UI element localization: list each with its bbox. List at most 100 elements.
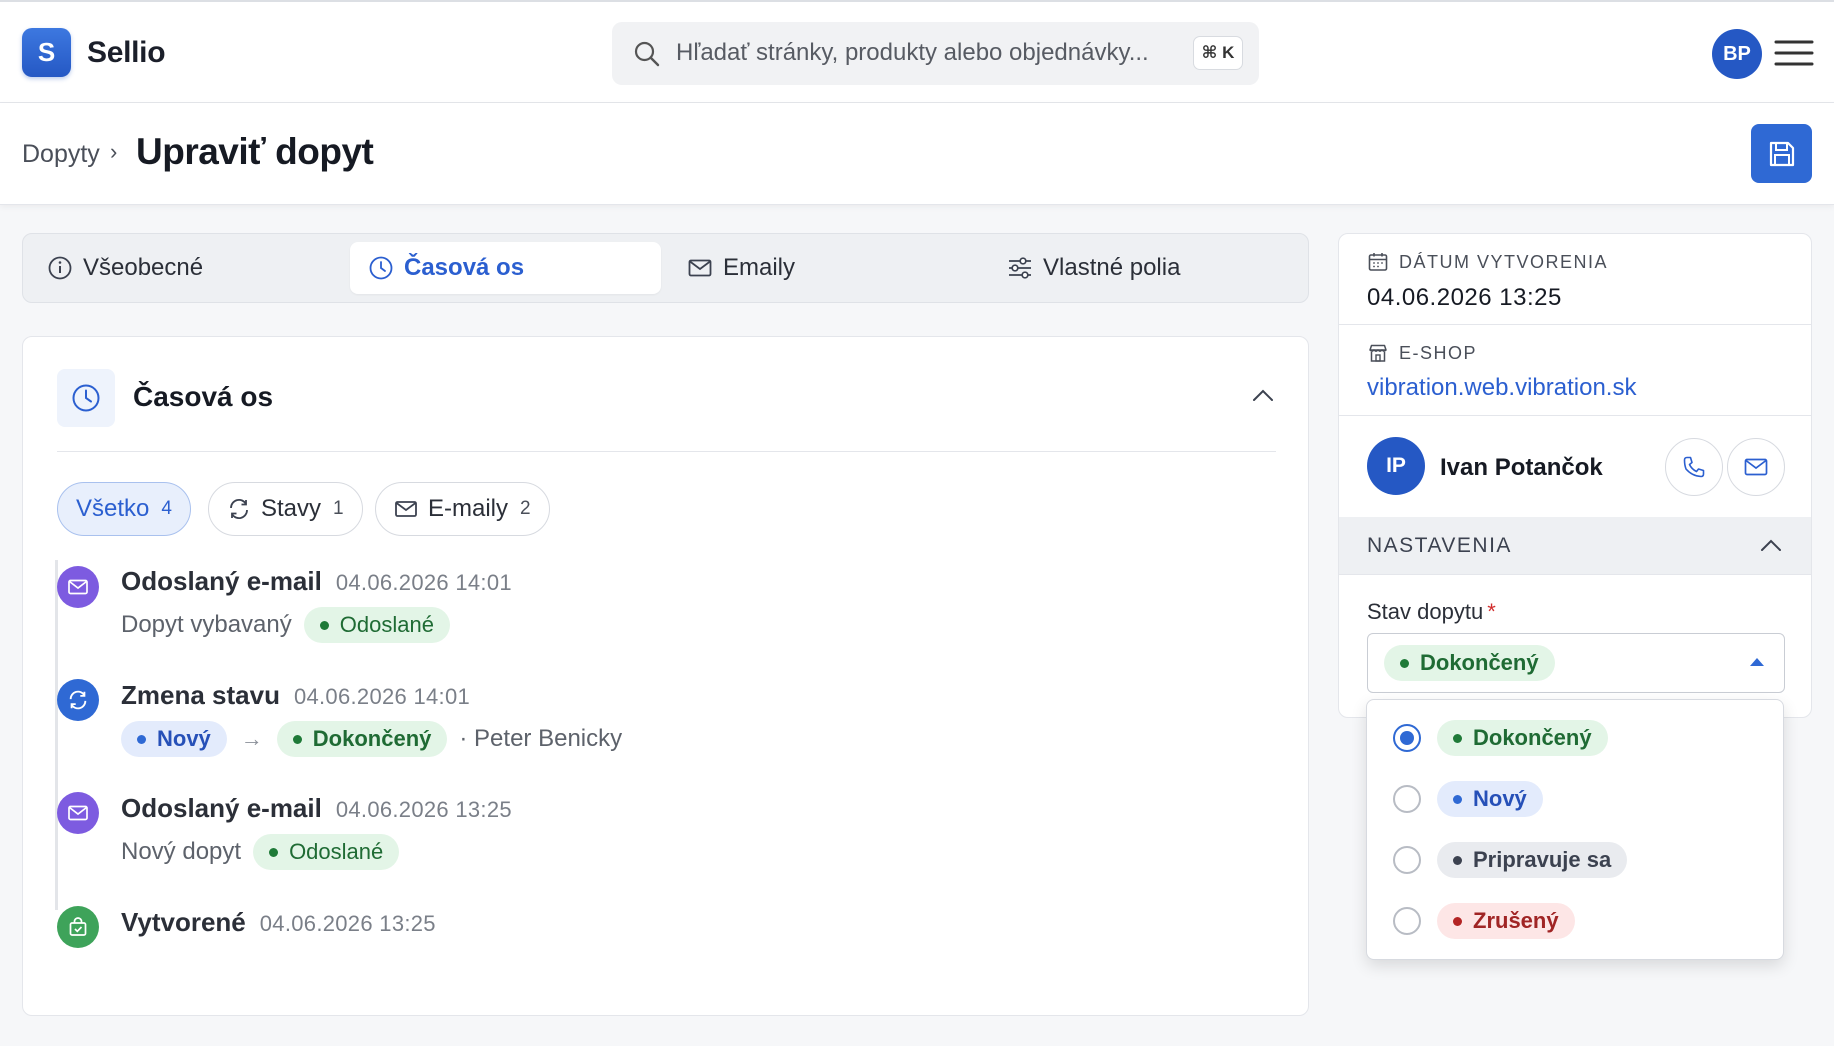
search-shortcut: ⌘ K bbox=[1193, 36, 1243, 70]
save-button[interactable] bbox=[1751, 124, 1812, 183]
timeline-event-title: Zmena stavu 04.06.2026 14:01 bbox=[121, 680, 470, 711]
badge-label: Odoslané bbox=[339, 612, 434, 637]
timeline-event-icon bbox=[57, 906, 99, 948]
sliders-icon bbox=[1009, 257, 1031, 279]
timeline-event-subtitle: Dopyt vybavaný Odoslané bbox=[121, 607, 450, 643]
filter-count: 4 bbox=[161, 498, 172, 519]
status-badge: Odoslané bbox=[253, 834, 400, 870]
phone-icon bbox=[1683, 456, 1705, 478]
app-logo[interactable]: S bbox=[22, 28, 71, 77]
search-input[interactable] bbox=[676, 36, 1176, 70]
eshop-link[interactable]: vibration.web.vibration.sk bbox=[1367, 374, 1636, 402]
status-dropdown: Dokončený Nový Pripravuje sa Zrušený bbox=[1366, 699, 1784, 960]
user-avatar[interactable]: BP bbox=[1712, 29, 1762, 79]
tab-vseobecne[interactable]: Všeobecné bbox=[47, 242, 203, 294]
top-bar: S Sellio ⌘ K BP bbox=[0, 0, 1834, 103]
status-option-zruseny[interactable]: Zrušený bbox=[1367, 891, 1785, 951]
breadcrumb-dopyty[interactable]: Dopyty bbox=[22, 140, 100, 169]
bag-check-icon bbox=[69, 917, 87, 936]
filter-emaily[interactable]: E-maily 2 bbox=[375, 482, 550, 536]
search-bar[interactable]: ⌘ K bbox=[612, 22, 1259, 85]
radio[interactable] bbox=[1393, 785, 1421, 813]
filter-count: 1 bbox=[333, 498, 344, 519]
tab-vlastne-polia[interactable]: Vlastné polia bbox=[1007, 242, 1180, 294]
status-badge-to: Dokončený bbox=[276, 721, 448, 757]
tab-label: Vlastné polia bbox=[1043, 254, 1181, 281]
clock-icon bbox=[72, 384, 100, 412]
badge-label: Nový bbox=[1473, 786, 1527, 811]
mail-icon bbox=[68, 579, 88, 595]
arrow-right-icon: → bbox=[240, 726, 263, 751]
settings-header[interactable]: NASTAVENIA bbox=[1339, 517, 1811, 575]
status-badge: Pripravuje sa bbox=[1437, 842, 1628, 878]
selected-status-badge: Dokončený bbox=[1384, 645, 1555, 681]
timeline-card-icon bbox=[57, 369, 115, 427]
status-badge-from: Nový bbox=[121, 721, 227, 757]
radio[interactable] bbox=[1393, 907, 1421, 935]
page-title: Upraviť dopyt bbox=[136, 131, 374, 172]
timeline-event-icon bbox=[57, 679, 99, 721]
tab-label: Všeobecné bbox=[83, 254, 204, 281]
page-header: Dopyty › Upraviť dopyt bbox=[0, 103, 1834, 205]
customer-avatar: IP bbox=[1367, 437, 1425, 495]
inquiry-side-panel: DÁTUM VYTVORENIA 04.06.2026 13:25 E-SHOP… bbox=[1338, 233, 1812, 718]
refresh-icon bbox=[69, 690, 87, 710]
call-button[interactable] bbox=[1665, 438, 1723, 496]
search-icon bbox=[634, 41, 660, 67]
chevron-up-icon bbox=[1761, 539, 1781, 551]
hamburger-menu-icon[interactable] bbox=[1774, 39, 1814, 67]
badge-label: Dokončený bbox=[1420, 650, 1539, 675]
required-marker: * bbox=[1487, 599, 1496, 624]
filter-label: Všetko bbox=[76, 495, 150, 522]
created-date-section: DÁTUM VYTVORENIA 04.06.2026 13:25 bbox=[1339, 234, 1811, 325]
radio[interactable] bbox=[1393, 846, 1421, 874]
chevron-up-icon[interactable] bbox=[1251, 387, 1275, 403]
timeline-event-title: Odoslaný e-mail 04.06.2026 14:01 bbox=[121, 566, 512, 597]
status-select[interactable]: Dokončený bbox=[1367, 633, 1785, 693]
filter-stavy[interactable]: Stavy 1 bbox=[208, 482, 363, 536]
email-button[interactable] bbox=[1727, 438, 1785, 496]
event-title-text: Vytvorené bbox=[121, 907, 246, 937]
divider bbox=[57, 451, 1276, 452]
caret-up-icon bbox=[1750, 658, 1764, 666]
timeline-title: Časová os bbox=[133, 381, 274, 412]
tab-label: Emaily bbox=[723, 254, 796, 281]
status-option-dokonceny[interactable]: Dokončený bbox=[1367, 708, 1785, 768]
badge-label: Nový bbox=[157, 726, 211, 751]
badge-label: Odoslané bbox=[289, 839, 384, 864]
tab-label: Časová os bbox=[404, 254, 525, 281]
tab-emaily[interactable]: Emaily bbox=[687, 242, 795, 294]
status-badge: Odoslané bbox=[303, 607, 450, 643]
app-name: Sellio bbox=[87, 36, 166, 69]
event-title-text: Odoslaný e-mail bbox=[121, 566, 322, 596]
filter-vsetko[interactable]: Všetko 4 bbox=[57, 482, 191, 536]
timeline-event-title: Vytvorené 04.06.2026 13:25 bbox=[121, 907, 436, 938]
mail-icon bbox=[1744, 458, 1768, 476]
status-option-novy[interactable]: Nový bbox=[1367, 769, 1785, 829]
badge-label: Dokončený bbox=[1473, 725, 1592, 750]
created-date-label: DÁTUM VYTVORENIA bbox=[1367, 251, 1608, 273]
calendar-icon bbox=[1368, 253, 1388, 271]
mail-icon bbox=[688, 259, 712, 277]
tab-casova-os[interactable]: Časová os bbox=[350, 242, 661, 294]
timeline-event-subtitle: Nový dopyt Odoslané bbox=[121, 834, 400, 870]
timeline-connector bbox=[55, 560, 58, 910]
created-date-value: 04.06.2026 13:25 bbox=[1367, 284, 1562, 311]
event-subtitle-text: Nový dopyt bbox=[121, 838, 242, 865]
mail-icon bbox=[68, 805, 88, 821]
timeline-event-icon bbox=[57, 566, 99, 608]
save-icon bbox=[1769, 141, 1794, 166]
store-icon bbox=[1369, 344, 1387, 362]
event-subtitle-text: Dopyt vybavaný bbox=[121, 611, 292, 638]
timeline-event-title: Odoslaný e-mail 04.06.2026 13:25 bbox=[121, 793, 512, 824]
event-time: 04.06.2026 13:25 bbox=[335, 797, 512, 822]
filter-count: 2 bbox=[520, 498, 531, 519]
filter-label: Stavy bbox=[261, 495, 322, 522]
filter-label: E-maily bbox=[428, 495, 509, 522]
status-option-pripravuje-sa[interactable]: Pripravuje sa bbox=[1367, 830, 1785, 890]
event-title-text: Odoslaný e-mail bbox=[121, 793, 322, 823]
radio-selected[interactable] bbox=[1393, 724, 1421, 752]
timeline-event-subtitle: Nový → Dokončený · Peter Benicky bbox=[121, 721, 622, 757]
event-title-text: Zmena stavu bbox=[121, 680, 280, 710]
event-time: 04.06.2026 13:25 bbox=[259, 911, 436, 936]
